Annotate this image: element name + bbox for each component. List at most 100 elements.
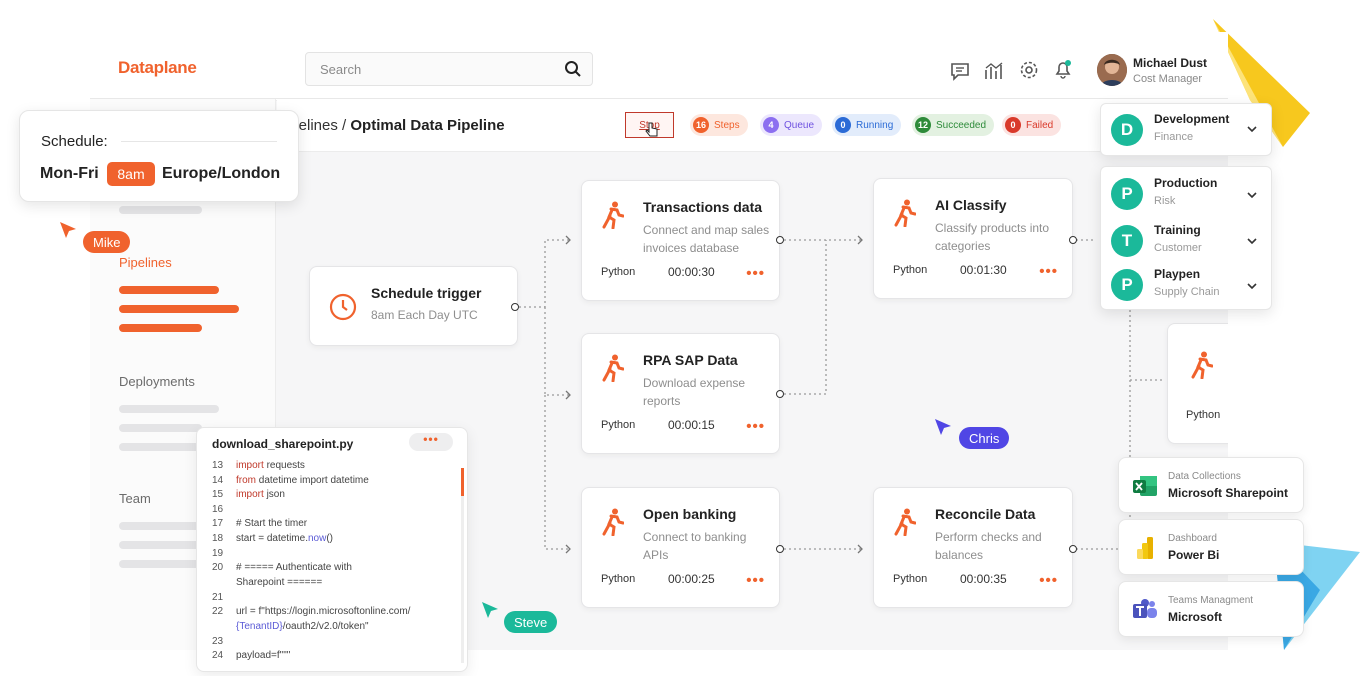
code-line[interactable]: 20 # ===== Authenticate with [212, 561, 352, 575]
line-number: 21 [212, 592, 224, 603]
running-person-icon [602, 508, 624, 536]
integration-sharepoint[interactable]: Data Collections Microsoft Sharepoint [1118, 457, 1304, 513]
code-text: # ===== Authenticate with [236, 562, 352, 573]
code-text: Sharepoint ====== [236, 577, 323, 588]
code-scrollbar[interactable] [461, 468, 464, 663]
code-menu-button[interactable]: ••• [409, 433, 453, 451]
integration-name: Microsoft [1168, 610, 1222, 624]
node-reconcile-data[interactable]: Reconcile Data Perform checks and balanc… [873, 487, 1073, 608]
node-duration: 00:00:25 [668, 572, 715, 586]
powerbi-icon [1137, 537, 1153, 559]
environment-team: Risk [1154, 195, 1176, 207]
code-text: requests [263, 460, 305, 471]
code-text: /oauth2/v2.0/token" [282, 621, 369, 632]
node-ai-classify[interactable]: AI Classify Classify products into categ… [873, 178, 1073, 299]
code-line[interactable]: 21 [212, 591, 236, 605]
code-line[interactable]: 17 # Start the timer [212, 517, 307, 531]
node-title: Transactions data [643, 199, 763, 215]
code-text: # Start the timer [236, 518, 308, 529]
node-duration: 00:00:30 [668, 265, 715, 279]
chevron-down-icon[interactable] [1247, 283, 1257, 290]
node-title: Reconcile Data [935, 506, 1036, 522]
line-number: 20 [212, 562, 224, 573]
node-menu-button[interactable]: ••• [746, 266, 765, 281]
code-line[interactable]: 18 start = datetime.now() [212, 532, 333, 546]
integration-teams[interactable]: Teams Managment Microsoft [1118, 581, 1304, 637]
schedule-title: Schedule: [41, 133, 108, 150]
line-number: 16 [212, 504, 224, 515]
schedule-time-badge[interactable]: 8am [107, 162, 155, 186]
output-port[interactable] [776, 390, 784, 398]
code-line[interactable]: Sharepoint ====== [212, 576, 322, 590]
code-text: json [263, 489, 285, 500]
node-menu-button[interactable]: ••• [746, 419, 765, 434]
code-line[interactable]: 23 [212, 635, 236, 649]
node-title: RPA SAP Data [643, 352, 738, 368]
line-number: 13 [212, 460, 224, 471]
line-number: 14 [212, 475, 224, 486]
output-port[interactable] [776, 545, 784, 553]
output-port[interactable] [1069, 236, 1077, 244]
node-title: AI Classify [935, 197, 1007, 213]
node-menu-button[interactable]: ••• [746, 573, 765, 588]
cursor-label-chris: Chris [959, 427, 1010, 449]
environment-avatar: T [1111, 225, 1143, 257]
code-filename: download_sharepoint.py [212, 437, 354, 451]
integration-category: Teams Managment [1168, 595, 1254, 606]
code-keyword: from [236, 475, 256, 486]
chevron-down-icon[interactable] [1247, 192, 1257, 199]
trigger-title: Schedule trigger [371, 285, 482, 301]
chevron-down-icon[interactable] [1247, 238, 1257, 245]
schedule-popup: Schedule: Mon-Fri 8am Europe/London [19, 110, 299, 202]
node-title: Open banking [643, 506, 737, 522]
running-person-icon [894, 508, 916, 536]
cursor-arrow-icon [60, 222, 76, 238]
scrollbar-thumb[interactable] [461, 468, 464, 496]
node-menu-button[interactable]: ••• [1039, 264, 1058, 279]
integration-name: Power Bi [1168, 548, 1220, 562]
node-language: Python [601, 573, 636, 585]
node-open-banking[interactable]: Open banking Connect to banking APIs Pyt… [581, 487, 780, 608]
node-transactions-data[interactable]: Transactions data Connect and map sales … [581, 180, 780, 301]
node-language: Python [893, 264, 928, 276]
cursor-label-mike: Mike [83, 231, 131, 253]
output-port[interactable] [776, 236, 784, 244]
line-number: 19 [212, 548, 224, 559]
node-description: Classify products into categories [935, 221, 1050, 253]
code-line[interactable]: 22 url = f"https://login.microsoftonline.… [212, 605, 410, 619]
code-text: start = datetime. [236, 533, 308, 544]
code-line[interactable]: 15 import json [212, 488, 285, 502]
code-line[interactable]: 14 from datetime import datetime [212, 474, 369, 488]
code-line[interactable]: 13 import requests [212, 459, 305, 473]
cursor-arrow-icon [482, 602, 498, 618]
code-text: datetime import datetime [256, 475, 369, 486]
code-text: payload=f""" [236, 650, 291, 661]
output-port[interactable] [1069, 545, 1077, 553]
integration-category: Data Collections [1168, 471, 1241, 482]
code-line[interactable]: {TenantID}/oauth2/v2.0/token" [212, 620, 369, 634]
schedule-timezone: Europe/London [162, 165, 281, 182]
line-number: 24 [212, 650, 224, 661]
code-line[interactable]: 24 payload=f""" [212, 649, 290, 663]
environment-name: Training [1154, 223, 1201, 237]
environment-avatar: P [1111, 269, 1143, 301]
line-number: 18 [212, 533, 224, 544]
node-rpa-sap-data[interactable]: RPA SAP Data Download expense reports Py… [581, 333, 780, 454]
schedule-trigger-node[interactable]: Schedule trigger 8am Each Day UTC [309, 266, 518, 346]
code-editor[interactable]: download_sharepoint.py ••• 13 import requ… [196, 427, 468, 672]
integration-power-bi[interactable]: Dashboard Power Bi [1118, 519, 1304, 575]
line-number: 23 [212, 636, 224, 647]
node-language: Python [893, 573, 928, 585]
environment-dropdown-development[interactable]: D Development Finance [1100, 103, 1272, 156]
node-description: Connect to banking APIs [643, 530, 747, 562]
excel-icon [1133, 476, 1157, 496]
chevron-down-icon[interactable] [1247, 126, 1257, 133]
code-line[interactable]: 19 [212, 547, 236, 561]
node-language: Python [1186, 409, 1221, 421]
code-line[interactable]: 16 [212, 503, 236, 517]
output-port[interactable] [511, 303, 519, 311]
node-description: Download expense reports [643, 376, 746, 408]
environment-team: Supply Chain [1154, 286, 1220, 298]
node-menu-button[interactable]: ••• [1039, 573, 1058, 588]
environment-avatar: D [1111, 114, 1143, 146]
